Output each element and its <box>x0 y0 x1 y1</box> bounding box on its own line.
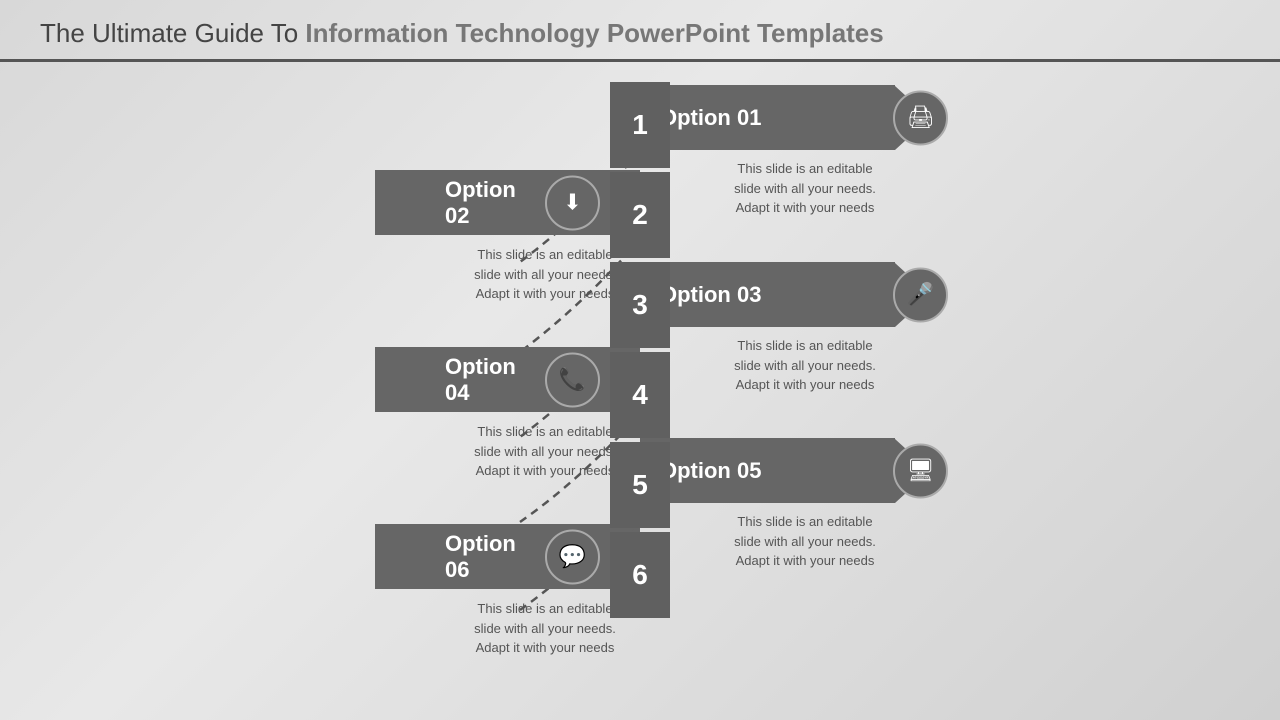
step-5: 5 <box>610 442 670 528</box>
option-01-desc: This slide is an editable slide with all… <box>730 159 880 218</box>
option-06-arrow: 💬 Option 06 <box>375 524 640 589</box>
option-02-label: Option 02 <box>445 177 520 229</box>
option-04-arrow: 📞 Option 04 <box>375 347 640 412</box>
option-06-label: Option 06 <box>445 531 520 583</box>
option-03-arrow: Option 03 🎤 <box>640 262 930 327</box>
main-content: 1 2 3 4 5 6 Option 01 🖨 This slide is an… <box>0 62 1280 712</box>
option-02-arrow: ⬇ Option 02 <box>375 170 640 235</box>
step-3: 3 <box>610 262 670 348</box>
option-05-label: Option 05 <box>660 458 761 484</box>
option-01-arrow: Option 01 🖨 <box>640 85 930 150</box>
option-04-label: Option 04 <box>445 354 520 406</box>
center-bar: 1 2 3 4 5 6 <box>610 82 670 702</box>
option-02-desc: This slide is an editable slide with all… <box>470 245 620 304</box>
header-highlight: Information Technology PowerPoint Templa… <box>305 18 883 48</box>
option-05-icon: 🖥 <box>893 443 948 498</box>
option-01-icon: 🖨 <box>893 90 948 145</box>
option-02-icon: ⬇ <box>545 175 600 230</box>
option-03-label: Option 03 <box>660 282 761 308</box>
step-6: 6 <box>610 532 670 618</box>
header: The Ultimate Guide To Information Techno… <box>0 0 1280 62</box>
option-05-arrow: Option 05 🖥 <box>640 438 930 503</box>
option-04-desc: This slide is an editable slide with all… <box>470 422 620 481</box>
option-03-icon: 🎤 <box>893 267 948 322</box>
step-1: 1 <box>610 82 670 168</box>
header-prefix: The Ultimate Guide To <box>40 18 305 48</box>
step-4: 4 <box>610 352 670 438</box>
option-06-desc: This slide is an editable slide with all… <box>470 599 620 658</box>
option-06-icon: 💬 <box>545 529 600 584</box>
option-03-desc: This slide is an editable slide with all… <box>730 336 880 395</box>
option-04-icon: 📞 <box>545 352 600 407</box>
option-05-desc: This slide is an editable slide with all… <box>730 512 880 571</box>
option-01-label: Option 01 <box>660 105 761 131</box>
step-2: 2 <box>610 172 670 258</box>
